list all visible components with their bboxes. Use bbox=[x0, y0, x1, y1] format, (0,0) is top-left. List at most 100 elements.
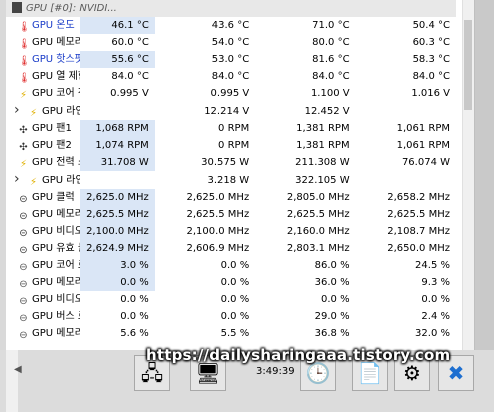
sensor-label: GPU 메모리 컨... bbox=[32, 277, 80, 288]
average-value: 84.0 °C bbox=[412, 71, 450, 82]
current-value: 2,625.5 MHz bbox=[80, 206, 155, 223]
maximum-value: 2,805.0 MHz bbox=[286, 192, 350, 203]
sensor-row[interactable]: ⊖ GPU 비디오 엔... 0.0 % 0.0 % 0.0 % 0.0 % bbox=[6, 291, 456, 308]
gear-icon: ⚙ bbox=[403, 361, 421, 385]
sensor-row[interactable]: ⊝GPU 메모리 클럭2,625.5 MHz2,625.5 MHz2,625.5… bbox=[6, 206, 456, 223]
sensor-row[interactable]: ⚡ GPU 전력 소비31.708 W 30.575 W 211.308 W 76.07… bbox=[6, 154, 456, 171]
current-value bbox=[80, 102, 154, 120]
sensor-label: GPU 라인 전... bbox=[42, 175, 80, 186]
sensor-row[interactable]: 🌡GPU 메모리 접... 60.0 °C 54.0 °C 80.0 °C 60.3 °… bbox=[6, 34, 456, 51]
network-icon: 🖧 bbox=[140, 361, 164, 385]
watermark-url: https://dailysharingaaa.tistory.com bbox=[146, 346, 451, 364]
sensor-name-cell: ⊖ GPU 비디오 엔... bbox=[6, 291, 80, 308]
sensor-row[interactable]: ⊖ GPU 메모리 사... 5.6 % 5.5 % 36.8 % 32.0 % bbox=[6, 325, 456, 342]
sensor-label: GPU 라인 전압 bbox=[42, 106, 80, 117]
sensor-row[interactable]: ⚡ GPU 코어 전압 0.995 V 0.995 V 1.100 V 1.016 V bbox=[6, 85, 456, 102]
current-value: 1,068 RPM bbox=[80, 120, 155, 137]
maximum-value: 211.308 W bbox=[295, 157, 350, 168]
minimum-value: 5.5 % bbox=[220, 328, 250, 339]
average-value: 2,650.0 MHz bbox=[387, 243, 450, 254]
fan-icon: ✣ bbox=[19, 142, 28, 153]
sensor-group-header[interactable]: GPU [#0]: NVIDI... bbox=[6, 0, 456, 17]
sensor-name-cell: 🌡GPU 핫스팟 온도 bbox=[6, 51, 80, 68]
sensor-label: GPU 메모리 사... bbox=[32, 328, 80, 339]
minimum-value: 12.214 V bbox=[204, 105, 250, 117]
sensor-row[interactable]: ⊖GPU 메모리 컨...0.0 %0.0 %36.0 %9.3 % bbox=[6, 274, 456, 291]
sensor-label: GPU 열 제한 bbox=[32, 71, 80, 82]
current-value: 2,625.0 MHz bbox=[80, 189, 155, 206]
sensor-name-cell: 🌡GPU 온도 bbox=[6, 17, 80, 34]
sensor-label: GPU 비디오 엔... bbox=[32, 294, 80, 305]
scrollbar-thumb[interactable] bbox=[464, 20, 472, 110]
sensor-label: GPU 메모리 클럭 bbox=[32, 209, 80, 220]
thermometer-icon: 🌡 bbox=[18, 56, 31, 67]
current-value: 0.995 V bbox=[110, 88, 149, 99]
minimum-value: 0.0 % bbox=[220, 260, 250, 271]
average-value: 32.0 % bbox=[415, 328, 450, 339]
average-value: 2,108.7 MHz bbox=[387, 226, 450, 237]
sensor-name-cell: 🌡GPU 메모리 접... bbox=[6, 34, 80, 51]
thermometer-icon: 🌡 bbox=[18, 73, 31, 84]
average-value: 60.3 °C bbox=[412, 37, 450, 48]
sensor-name-cell: ⊖ GPU 버스 로드 bbox=[6, 308, 80, 325]
sensor-row[interactable]: 🌡GPU 온도 46.1 °C 43.6 °C 71.0 °C 50.4 °C bbox=[6, 17, 456, 34]
thermometer-icon: 🌡 bbox=[18, 39, 31, 50]
sensor-row[interactable]: ⊖ GPU 버스 로드 0.0 % 0.0 % 29.0 % 2.4 % bbox=[6, 308, 456, 325]
maximum-value: 84.0 °C bbox=[312, 71, 350, 82]
sensor-label: GPU 핫스팟 온도 bbox=[32, 54, 80, 65]
minimum-value: 0.995 V bbox=[210, 88, 250, 99]
current-value: 0.0 % bbox=[80, 274, 155, 291]
sensor-row[interactable]: 🌡GPU 핫스팟 온도55.6 °C 53.0 °C 81.6 °C 58.3 °C bbox=[6, 51, 456, 68]
sensor-label: GPU 온도 bbox=[32, 20, 75, 31]
sensor-row[interactable]: › ⚡ GPU 라인 전압 12.214 V 12.452 V bbox=[6, 102, 456, 120]
average-value: 76.074 W bbox=[401, 157, 450, 168]
sensor-row[interactable]: › ⚡ GPU 라인 전... 3.218 W 322.105 W bbox=[6, 171, 456, 189]
expand-chevron-icon[interactable]: › bbox=[6, 171, 20, 187]
minimum-value: 0.0 % bbox=[220, 294, 250, 305]
sensor-row[interactable]: ⊖ GPU 코어 로드3.0 % 0.0 % 86.0 % 24.5 % bbox=[6, 257, 456, 274]
sensor-name-cell: ⊝ GPU 비디오 클럭 bbox=[6, 223, 80, 240]
sensor-row[interactable]: ✣ GPU 팬1 1,068 RPM 0 RPM 1,381 RPM 1,061 RPM bbox=[6, 120, 456, 137]
average-value: 2.4 % bbox=[421, 311, 450, 322]
average-value: 2,625.5 MHz bbox=[387, 209, 450, 220]
clock-icon: ⊝ bbox=[19, 194, 28, 205]
sensor-row[interactable]: ⊝ GPU 클럭 2,625.0 MHz 2,625.0 MHz 2,805.0 MHz… bbox=[6, 189, 456, 206]
clock-icon: 🕒 bbox=[305, 361, 331, 385]
sensor-name-cell: ⊝ GPU 메모리 클럭 bbox=[6, 206, 80, 223]
sensor-label: GPU 버스 로드 bbox=[32, 311, 80, 322]
sensor-name-cell: ⚡ GPU 전력 소비 bbox=[6, 154, 80, 171]
current-value: 0.0 % bbox=[120, 294, 149, 305]
sensor-row[interactable]: ⊝ GPU 유효 클럭2,624.9 MHz 2,606.9 MHz 2,803.1 … bbox=[6, 240, 456, 257]
sensor-name-cell: › ⚡ GPU 라인 전... bbox=[6, 171, 80, 189]
sensor-row[interactable]: ✣ GPU 팬2 1,074 RPM 0 RPM 1,381 RPM 1,061 RPM bbox=[6, 137, 456, 154]
current-value bbox=[80, 171, 154, 189]
current-value: 2,100.0 MHz bbox=[80, 223, 155, 240]
group-title: GPU [#0]: NVIDI... bbox=[26, 3, 117, 14]
minimum-value: 3.218 W bbox=[207, 174, 250, 186]
current-value: 3.0 % bbox=[80, 257, 155, 274]
sensor-label: GPU 비디오 클럭 bbox=[32, 226, 80, 237]
maximum-value: 36.8 % bbox=[314, 328, 350, 339]
elapsed-time: 3:49:39 bbox=[256, 366, 295, 377]
sensor-label: GPU 팬2 bbox=[32, 140, 72, 151]
sensor-row[interactable]: 🌡GPU 열 제한 84.0 °C 84.0 °C 84.0 °C 84.0 °C bbox=[6, 68, 456, 85]
expand-chevron-icon[interactable]: › bbox=[6, 102, 20, 118]
average-value: 58.3 °C bbox=[412, 54, 450, 65]
toolbar-scroll-left[interactable]: ◀ bbox=[6, 350, 22, 412]
add-document-icon: 📄 bbox=[357, 361, 383, 385]
computer-icon: 🖥 bbox=[195, 361, 221, 385]
lightning-icon: ⚡ bbox=[29, 108, 38, 119]
sensor-label: GPU 유효 클럭 bbox=[32, 243, 80, 254]
minimum-value: 30.575 W bbox=[201, 157, 250, 168]
maximum-value: 12.452 V bbox=[304, 105, 350, 117]
maximum-value: 2,803.1 MHz bbox=[286, 243, 350, 254]
sensor-name-cell: 🌡GPU 열 제한 bbox=[6, 68, 80, 85]
clock-icon: ⊝ bbox=[19, 245, 28, 256]
sensor-table: GPU [#0]: NVIDI... 🌡GPU 온도 46.1 °C 43.6 °C… bbox=[6, 0, 456, 342]
minimum-value: 0 RPM bbox=[218, 123, 250, 134]
maximum-value: 29.0 % bbox=[314, 311, 350, 322]
sensor-row[interactable]: ⊝GPU 비디오 클럭2,100.0 MHz2,100.0 MHz2,160.0… bbox=[6, 223, 456, 240]
current-value: 60.0 °C bbox=[111, 37, 149, 48]
fan-icon: ✣ bbox=[19, 125, 28, 136]
sensor-name-cell: ⚡ GPU 코어 전압 bbox=[6, 85, 80, 102]
